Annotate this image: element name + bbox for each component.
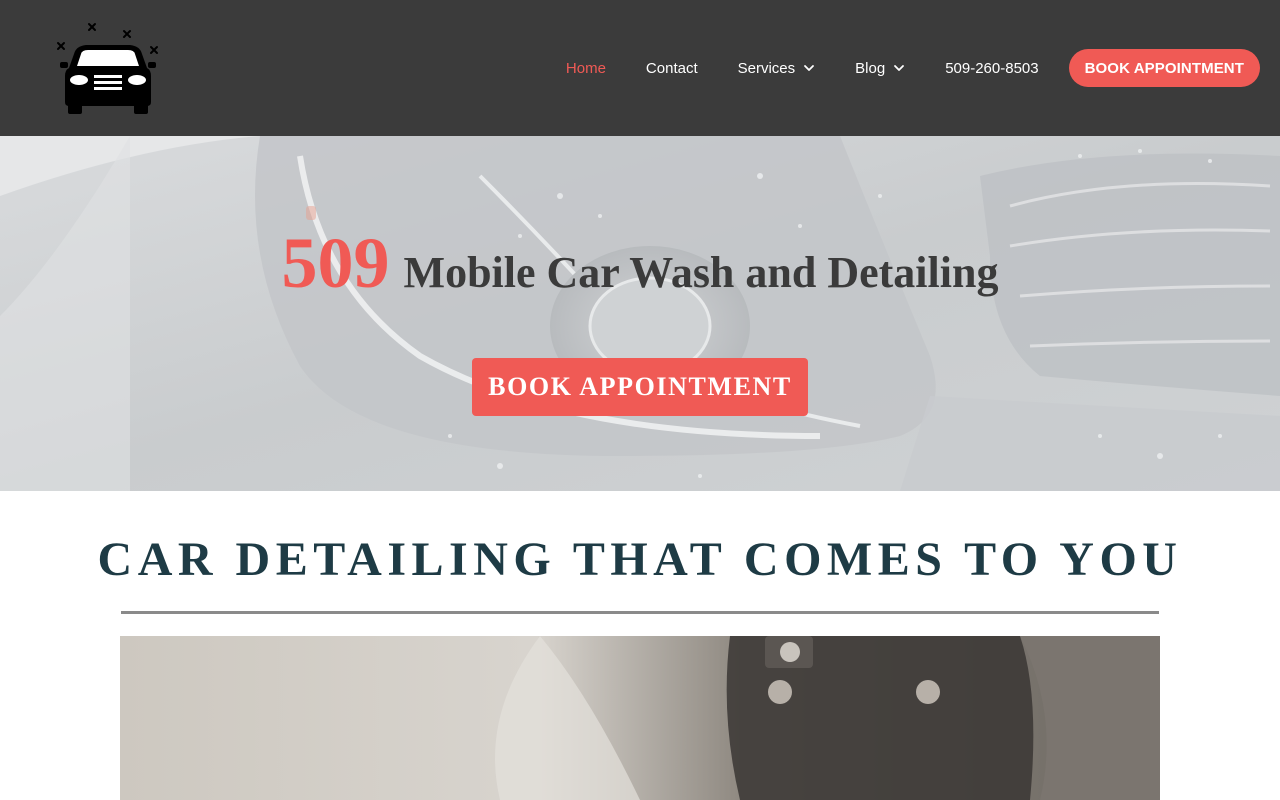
nav-blog[interactable]: Blog — [855, 49, 905, 87]
hero-background-image — [0, 136, 1280, 491]
chevron-down-icon — [803, 62, 815, 74]
main-nav: Home Contact Services Blog 509-260-8503 … — [526, 49, 1260, 87]
nav-services[interactable]: Services — [738, 49, 816, 87]
hero-title: 509 Mobile Car Wash and Detailing — [0, 222, 1280, 305]
nav-contact[interactable]: Contact — [646, 49, 698, 87]
nav-home[interactable]: Home — [566, 49, 606, 87]
nav-blog-label: Blog — [855, 59, 886, 77]
car-logo[interactable] — [52, 18, 164, 118]
chevron-down-icon — [893, 62, 905, 74]
header-book-appointment-button[interactable]: BOOK APPOINTMENT — [1068, 49, 1260, 87]
hero-title-number: 509 — [281, 223, 390, 303]
nav-services-label: Services — [737, 59, 796, 77]
nav-contact-label: Contact — [645, 59, 698, 77]
section-divider — [121, 611, 1159, 614]
hero-title-text: Mobile Car Wash and Detailing — [403, 248, 999, 297]
site-header: Home Contact Services Blog 509-260-8503 … — [0, 0, 1280, 136]
nav-home-label: Home — [565, 59, 606, 77]
detailing-feature-image — [120, 636, 1160, 800]
hero: 509 Mobile Car Wash and Detailing BOOK AP… — [0, 136, 1280, 491]
hero-book-appointment-button[interactable]: BOOK APPOINTMENT — [472, 358, 808, 416]
nav-phone-label: 509-260-8503 — [945, 59, 1039, 77]
nav-phone[interactable]: 509-260-8503 — [945, 49, 1038, 87]
section-heading: CAR DETAILING THAT COMES TO YOU — [97, 533, 1183, 586]
